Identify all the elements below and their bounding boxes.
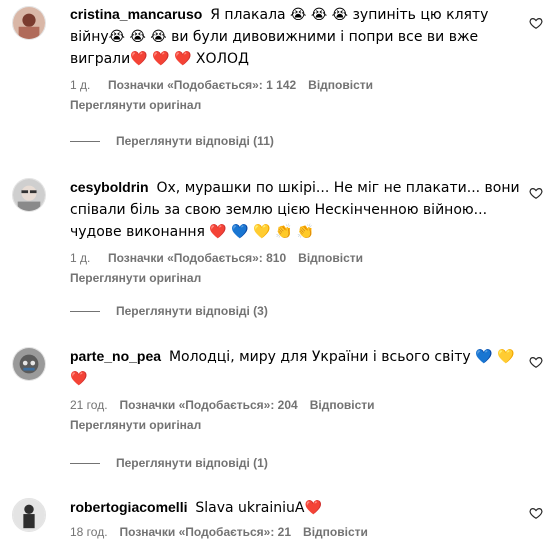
heart-outline-icon[interactable] <box>529 355 543 369</box>
comment-time[interactable]: 1 д. <box>70 251 96 265</box>
comment-likes[interactable]: Позначки «Подобається»: 204 <box>120 398 298 412</box>
comment-time[interactable]: 1 д. <box>70 78 96 92</box>
comment-time[interactable]: 21 год. <box>70 398 108 412</box>
comment-text: parte_no_pea Молодці, миру для України і… <box>70 346 520 390</box>
divider-line <box>70 310 100 312</box>
comment-likes[interactable]: Позначки «Подобається»: 1 142 <box>108 78 296 92</box>
avatar[interactable] <box>12 6 46 40</box>
comment-likes[interactable]: Позначки «Подобається»: 21 <box>120 525 291 539</box>
comment-meta: 1 д. Позначки «Подобається»: 1 142 Відпо… <box>70 78 520 92</box>
avatar[interactable] <box>12 178 46 212</box>
comment-meta: 21 год. Позначки «Подобається»: 204 Відп… <box>70 398 520 412</box>
see-original-link[interactable]: Переглянути оригінал <box>70 418 520 432</box>
divider-line <box>70 140 100 142</box>
heart-outline-icon[interactable] <box>529 186 543 200</box>
avatar[interactable] <box>12 347 46 381</box>
view-replies-button[interactable]: Переглянути відповіді (1) <box>70 456 268 470</box>
comment-meta: 1 д. Позначки «Подобається»: 810 Відпові… <box>70 251 520 265</box>
view-replies-button[interactable]: Переглянути відповіді (3) <box>70 304 268 318</box>
comment-username[interactable]: robertogiacomelli <box>70 499 187 515</box>
reply-button[interactable]: Відповісти <box>308 78 373 92</box>
comment-username[interactable]: cesyboldrin <box>70 179 149 195</box>
view-replies-label[interactable]: Переглянути відповіді (3) <box>116 304 268 318</box>
comment-username[interactable]: parte_no_pea <box>70 348 161 364</box>
comment-likes[interactable]: Позначки «Подобається»: 810 <box>108 251 286 265</box>
reply-button[interactable]: Відповісти <box>298 251 363 265</box>
comment-time[interactable]: 18 год. <box>70 525 108 539</box>
heart-outline-icon[interactable] <box>529 506 543 520</box>
comment-text: cristina_mancaruso Я плакала 😭 😭 😭 зупин… <box>70 4 520 70</box>
see-original-link[interactable]: Переглянути оригінал <box>70 98 520 112</box>
view-replies-label[interactable]: Переглянути відповіді (1) <box>116 456 268 470</box>
divider-line <box>70 462 100 464</box>
comment-meta: 18 год. Позначки «Подобається»: 21 Відпо… <box>70 525 520 539</box>
comment-text: cesyboldrin Ох, мурашки по шкірі... Не м… <box>70 177 520 243</box>
comment-username[interactable]: cristina_mancaruso <box>70 6 202 22</box>
reply-button[interactable]: Відповісти <box>303 525 368 539</box>
heart-outline-icon[interactable] <box>529 16 543 30</box>
see-original-link[interactable]: Переглянути оригінал <box>70 271 520 285</box>
avatar[interactable] <box>12 498 46 532</box>
view-replies-label[interactable]: Переглянути відповіді (11) <box>116 134 274 148</box>
view-replies-button[interactable]: Переглянути відповіді (11) <box>70 134 274 148</box>
comment-text: robertogiacomelli Slava ukrainiuA❤️ <box>70 497 520 519</box>
comment-body: Slava ukrainiuA❤️ <box>195 500 322 516</box>
reply-button[interactable]: Відповісти <box>310 398 375 412</box>
